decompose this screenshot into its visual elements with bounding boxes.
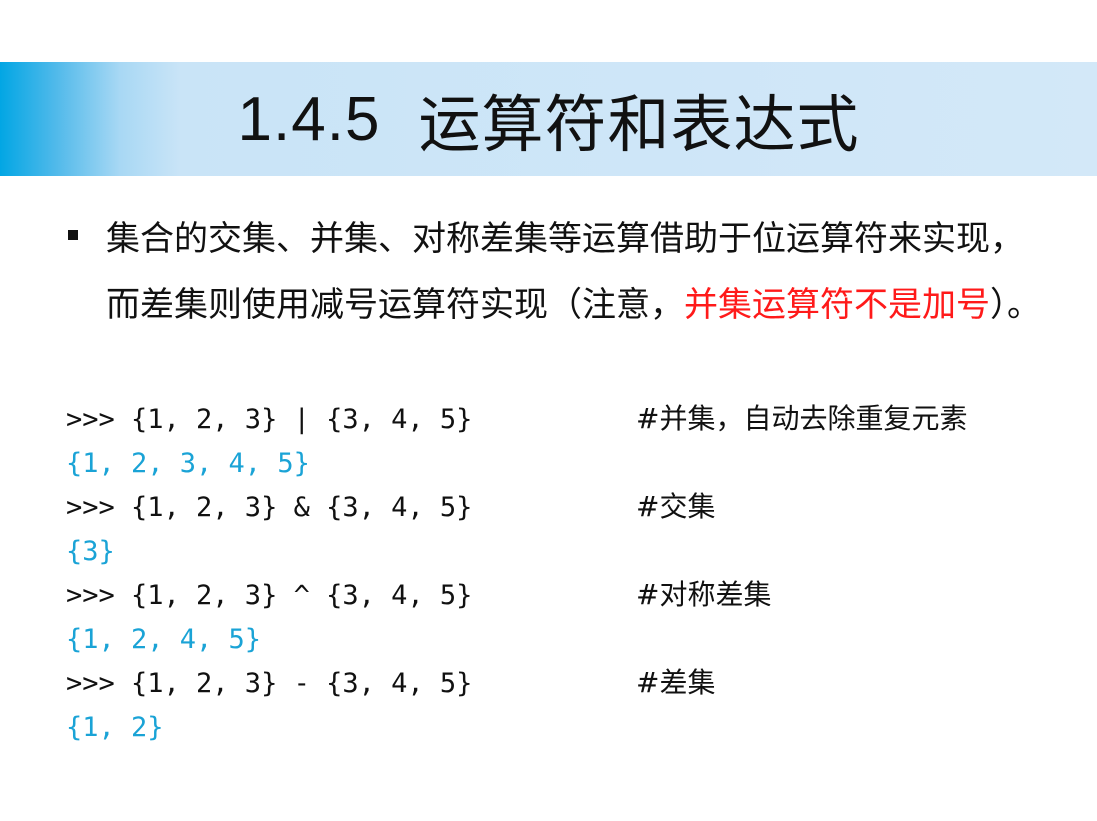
slide-title: 1.4.5 运算符和表达式 [0, 62, 1097, 176]
code-output-symmetric-difference: {1, 2, 4, 5} [66, 624, 262, 655]
code-comment-union: #并集，自动去除重复元素 [636, 402, 968, 435]
code-input-union: >>> {1, 2, 3} | {3, 4, 5} [66, 404, 473, 435]
code-comment-symmetric-difference: #对称差集 [636, 578, 772, 611]
code-output-difference: {1, 2} [66, 712, 164, 743]
code-comment-difference: #差集 [636, 666, 716, 699]
code-comment-intersection: #交集 [636, 490, 716, 523]
bullet-highlight: 并集运算符不是加号 [684, 285, 990, 325]
code-input-intersection: >>> {1, 2, 3} & {3, 4, 5} [66, 492, 473, 523]
code-input-difference: >>> {1, 2, 3} - {3, 4, 5} [66, 668, 473, 699]
bullet-marker [68, 230, 78, 240]
code-input-symmetric-difference: >>> {1, 2, 3} ^ {3, 4, 5} [66, 580, 473, 611]
title-number: 1.4.5 [237, 84, 381, 154]
bullet-text-end: ）。 [990, 285, 1041, 325]
code-output-union: {1, 2, 3, 4, 5} [66, 448, 310, 479]
code-output-intersection: {3} [66, 536, 115, 567]
title-text: 运算符和表达式 [418, 88, 860, 161]
bullet-paragraph: 集合的交集、并集、对称差集等运算借助于位运算符来实现，而差集则使用减号运算符实现… [106, 206, 1046, 338]
